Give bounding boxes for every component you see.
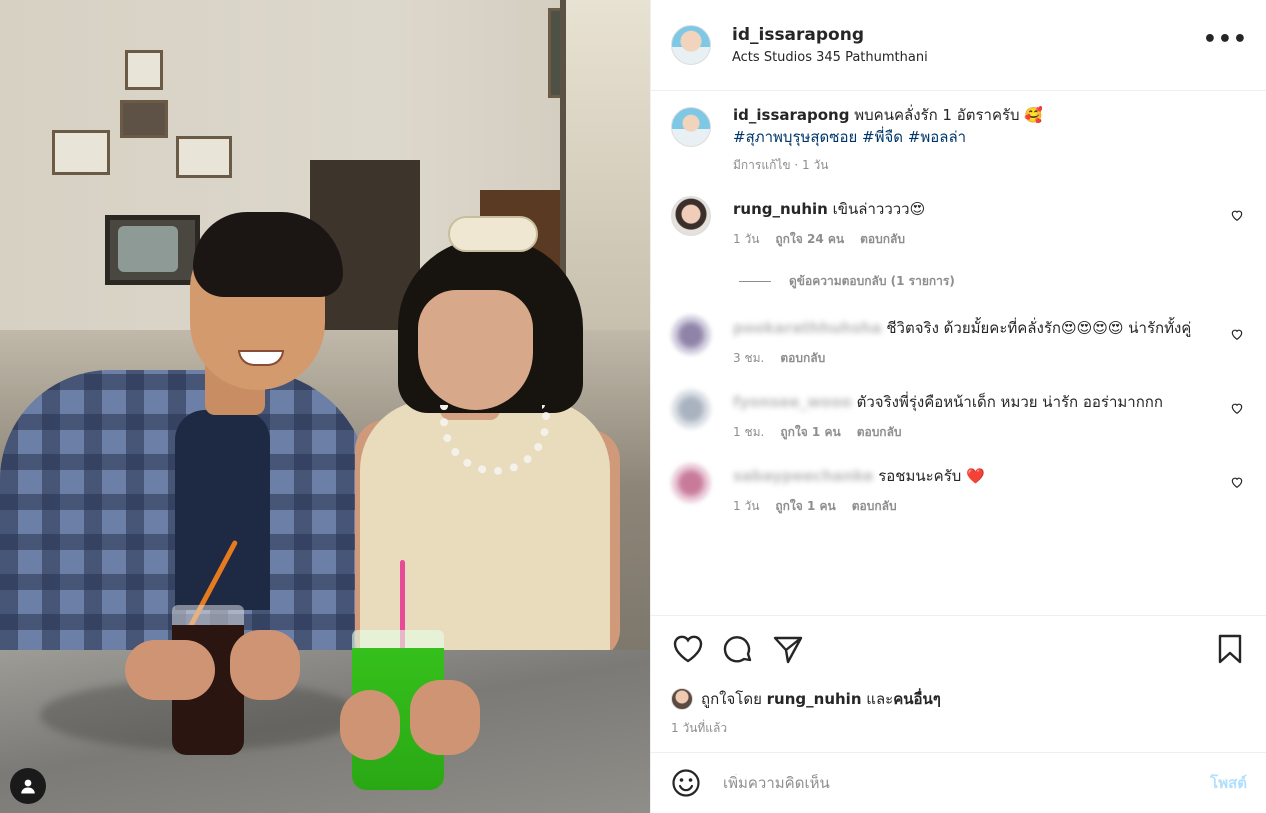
- action-icons: [671, 633, 1247, 665]
- caption-avatar[interactable]: [671, 107, 711, 147]
- hashtag[interactable]: #สุภาพบุรุษสุดซอย: [733, 128, 857, 146]
- comment-author[interactable]: sabaypeechanke: [733, 467, 873, 485]
- author-username[interactable]: id_issarapong: [732, 25, 928, 45]
- comment-likes[interactable]: ถูกใจ 1 คน: [780, 421, 840, 443]
- man-shirt: [175, 410, 270, 610]
- comment-composer: โพสต์: [651, 752, 1266, 813]
- comment-author[interactable]: pookarathhuhsha: [733, 319, 882, 337]
- comment-text: รอชมนะครับ ❤️: [878, 467, 985, 485]
- comment-meta: 1 วัน ถูกใจ 1 คน ตอบกลับ: [733, 495, 1203, 517]
- comment-input[interactable]: [723, 774, 1211, 792]
- comment-body: sabaypeechanke รอชมนะครับ ❤️ 1 วัน ถูกใจ…: [733, 465, 1203, 517]
- replies-divider: [739, 281, 771, 282]
- comment-text: ชีวิตจริง ด้วยมั้ยคะที่คลั่งรัก😍😍😍😍 น่าร…: [886, 319, 1192, 337]
- hashtag[interactable]: #พอลล่า: [908, 128, 966, 146]
- commenter-avatar[interactable]: [671, 389, 711, 429]
- comment-body: pookarathhuhsha ชีวิตจริง ด้วยมั้ยคะที่ค…: [733, 317, 1203, 369]
- more-options-icon[interactable]: •••: [1203, 29, 1248, 51]
- commenter-avatar[interactable]: [671, 463, 711, 503]
- post-photo[interactable]: [0, 0, 650, 813]
- wall-frame: [125, 50, 163, 90]
- comment-likes[interactable]: ถูกใจ 24 คน: [775, 228, 844, 250]
- wall-frame: [52, 130, 110, 175]
- window: [560, 0, 650, 330]
- comment-item: sabaypeechanke รอชมนะครับ ❤️ 1 วัน ถูกใจ…: [671, 463, 1246, 517]
- like-comment-heart-icon[interactable]: [1230, 327, 1244, 341]
- tagged-user-icon[interactable]: [10, 768, 46, 804]
- woman-face: [418, 290, 533, 410]
- caption-text: พบคนคลั่งรัก 1 อัตราครับ 🥰: [854, 106, 1044, 124]
- liked-by-joiner: และ: [866, 690, 894, 708]
- comment-item: fyonsee_wooo ตัวจริงพี่รุ่งคือหน้าเด็ก ห…: [671, 389, 1246, 443]
- comment-likes[interactable]: ถูกใจ 1 คน: [775, 495, 835, 517]
- wall-frame: [120, 100, 168, 138]
- comment-meta: 1 ชม. ถูกใจ 1 คน ตอบกลับ: [733, 421, 1203, 443]
- comments-list: id_issarapong พบคนคลั่งรัก 1 อัตราครับ 🥰…: [651, 91, 1266, 517]
- author-avatar[interactable]: [671, 25, 711, 65]
- caption-author[interactable]: id_issarapong: [733, 106, 849, 124]
- emoji-icon[interactable]: [671, 768, 701, 798]
- comment-item: rung_nuhin เขินล่าวววว😍 1 วัน ถูกใจ 24 ค…: [671, 196, 1246, 250]
- comment-bubble-icon[interactable]: [721, 633, 755, 665]
- woman-hand: [410, 680, 480, 755]
- post-actions: ถูกใจโดย rung_nuhin และ คนอื่นๆ 1 วันที่แ…: [651, 615, 1266, 738]
- like-heart-icon[interactable]: [671, 633, 705, 665]
- tv: [105, 215, 200, 285]
- liked-by-others[interactable]: คนอื่นๆ: [893, 687, 941, 711]
- like-comment-heart-icon[interactable]: [1230, 475, 1244, 489]
- post-location[interactable]: Acts Studios 345 Pathumthani: [732, 50, 928, 65]
- author-meta: id_issarapong Acts Studios 345 Pathumtha…: [732, 25, 928, 65]
- hair-bow: [448, 216, 538, 252]
- comment-meta: 1 วัน ถูกใจ 24 คน ตอบกลับ: [733, 228, 1203, 250]
- caption: id_issarapong พบคนคลั่งรัก 1 อัตราครับ 🥰…: [671, 104, 1246, 176]
- comment-time: 1 ชม.: [733, 425, 765, 439]
- caption-edited-time: มีการแก้ไข · 1 วัน: [733, 158, 829, 172]
- hashtag[interactable]: #พี่จืด: [862, 128, 903, 146]
- liked-by-prefix: ถูกใจโดย: [701, 690, 762, 708]
- comment-time: 3 ชม.: [733, 351, 765, 365]
- man-hand: [230, 630, 300, 700]
- man-hand: [125, 640, 215, 700]
- comment-meta: 3 ชม. ตอบกลับ: [733, 347, 1203, 369]
- caption-meta: มีการแก้ไข · 1 วัน: [733, 154, 1203, 176]
- commenter-avatar[interactable]: [671, 315, 711, 355]
- post-view: id_issarapong Acts Studios 345 Pathumtha…: [0, 0, 1266, 813]
- share-paper-plane-icon[interactable]: [771, 633, 805, 665]
- like-comment-heart-icon[interactable]: [1230, 401, 1244, 415]
- view-replies-button[interactable]: ดูข้อความตอบกลับ (1 รายการ): [739, 272, 1246, 291]
- caption-body: id_issarapong พบคนคลั่งรัก 1 อัตราครับ 🥰…: [733, 104, 1203, 176]
- comment-body: rung_nuhin เขินล่าวววว😍 1 วัน ถูกใจ 24 ค…: [733, 198, 1203, 250]
- post-header: id_issarapong Acts Studios 345 Pathumtha…: [651, 0, 1266, 91]
- person-icon: [21, 779, 35, 794]
- marble-table: [0, 650, 650, 813]
- comment-text: ตัวจริงพี่รุ่งคือหน้าเด็ก หมวย น่ารัก ออ…: [856, 393, 1163, 411]
- comment-time: 1 วัน: [733, 499, 760, 513]
- comment-text: เขินล่าวววว😍: [832, 200, 926, 218]
- comment-body: fyonsee_wooo ตัวจริงพี่รุ่งคือหน้าเด็ก ห…: [733, 391, 1203, 443]
- reply-button[interactable]: ตอบกลับ: [780, 347, 825, 369]
- liker-avatar[interactable]: [671, 688, 693, 710]
- reply-button[interactable]: ตอบกลับ: [860, 228, 905, 250]
- woman-hand: [340, 690, 400, 760]
- comment-time: 1 วัน: [733, 232, 760, 246]
- post-comment-button[interactable]: โพสต์: [1210, 771, 1247, 795]
- like-comment-heart-icon[interactable]: [1230, 208, 1244, 222]
- comment-author[interactable]: fyonsee_wooo: [733, 393, 852, 411]
- save-bookmark-icon[interactable]: [1213, 633, 1247, 665]
- comment-author[interactable]: rung_nuhin: [733, 200, 828, 218]
- wall-frame: [176, 136, 232, 178]
- reply-button[interactable]: ตอบกลับ: [852, 495, 897, 517]
- reply-button[interactable]: ตอบกลับ: [857, 421, 902, 443]
- commenter-avatar[interactable]: [671, 196, 711, 236]
- liked-by: ถูกใจโดย rung_nuhin และ คนอื่นๆ: [671, 687, 1247, 711]
- post-details-panel: id_issarapong Acts Studios 345 Pathumtha…: [650, 0, 1266, 813]
- post-timestamp[interactable]: 1 วันที่แล้ว: [671, 719, 1247, 738]
- comment-item: pookarathhuhsha ชีวิตจริง ด้วยมั้ยคะที่ค…: [671, 315, 1246, 369]
- view-replies-label: ดูข้อความตอบกลับ (1 รายการ): [789, 274, 955, 288]
- liker-username[interactable]: rung_nuhin: [767, 690, 862, 708]
